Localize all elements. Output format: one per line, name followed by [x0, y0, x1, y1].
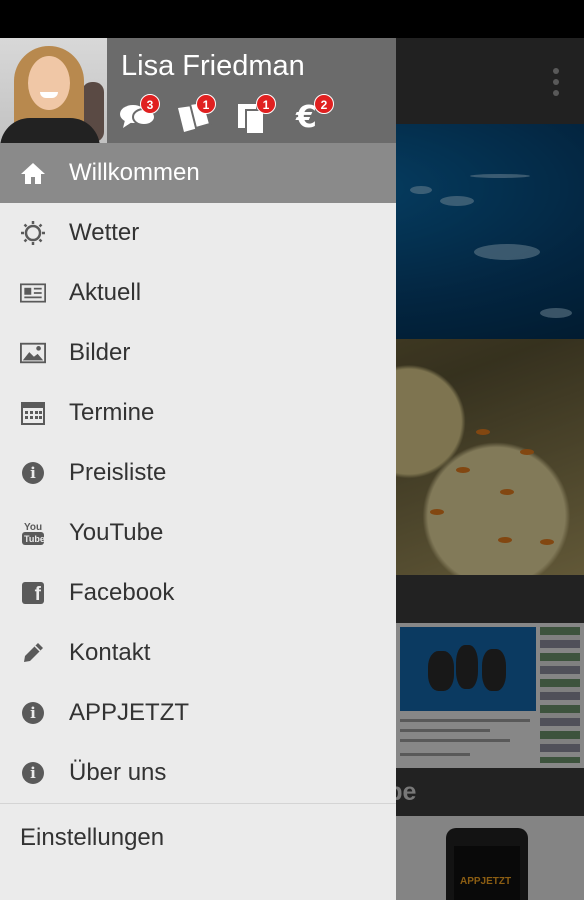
- info-icon: i: [20, 460, 46, 486]
- info-icon: i: [20, 700, 46, 726]
- messages-badge: 3: [140, 94, 160, 114]
- menu-item-facebook[interactable]: f Facebook: [0, 563, 396, 623]
- youtube-icon: You Tube: [20, 520, 46, 546]
- notification-counters: 3 1 1 € 2: [120, 94, 390, 136]
- documents-badge: 1: [256, 94, 276, 114]
- menu-item-appjetzt[interactable]: i APPJETZT: [0, 683, 396, 743]
- coupons-counter[interactable]: 1: [176, 94, 216, 136]
- menu-label: YouTube: [69, 519, 164, 546]
- info-icon: i: [20, 760, 46, 786]
- coupons-badge: 1: [196, 94, 216, 114]
- menu-label: Kontakt: [69, 639, 151, 666]
- payments-counter[interactable]: € 2: [294, 94, 334, 136]
- menu-item-bilder[interactable]: Bilder: [0, 323, 396, 383]
- menu-label: Aktuell: [69, 279, 142, 306]
- menu-label: Termine: [69, 399, 155, 426]
- menu-item-aktuell[interactable]: Aktuell: [0, 263, 396, 323]
- avatar[interactable]: [0, 38, 107, 143]
- pencil-icon: [20, 640, 46, 666]
- calendar-icon: [20, 400, 46, 426]
- menu-label: Facebook: [69, 579, 175, 606]
- payments-badge: 2: [314, 94, 334, 114]
- menu-label: Über uns: [69, 759, 167, 786]
- divider: [0, 803, 396, 804]
- facebook-icon: f: [20, 580, 46, 606]
- messages-counter[interactable]: 3: [120, 94, 160, 136]
- sun-icon: [20, 220, 46, 246]
- menu-label: Willkommen: [69, 159, 200, 186]
- navigation-drawer: Lisa Friedman 3 1 1 € 2 Willkommen Wette…: [0, 38, 396, 900]
- menu-item-preisliste[interactable]: i Preisliste: [0, 443, 396, 503]
- drawer-menu: Willkommen Wetter Aktuell Bilder Termine…: [0, 143, 396, 803]
- settings-item[interactable]: Einstellungen: [20, 808, 164, 868]
- menu-item-termine[interactable]: Termine: [0, 383, 396, 443]
- image-icon: [20, 340, 46, 366]
- menu-item-youtube[interactable]: You Tube YouTube: [0, 503, 396, 563]
- menu-label: APPJETZT: [69, 699, 190, 726]
- home-icon: [20, 160, 46, 186]
- svg-text:Tube: Tube: [24, 534, 45, 544]
- menu-label: Bilder: [69, 339, 131, 366]
- profile-header: Lisa Friedman 3 1 1 € 2: [0, 38, 396, 143]
- svg-text:You: You: [24, 522, 42, 533]
- user-name: Lisa Friedman: [121, 50, 305, 82]
- menu-item-willkommen[interactable]: Willkommen: [0, 143, 396, 203]
- menu-label: Preisliste: [69, 459, 167, 486]
- menu-item-ueber-uns[interactable]: i Über uns: [0, 743, 396, 803]
- menu-item-kontakt[interactable]: Kontakt: [0, 623, 396, 683]
- newspaper-icon: [20, 280, 46, 306]
- status-bar: [0, 0, 584, 38]
- menu-label: Wetter: [69, 219, 140, 246]
- documents-counter[interactable]: 1: [236, 94, 276, 136]
- menu-item-wetter[interactable]: Wetter: [0, 203, 396, 263]
